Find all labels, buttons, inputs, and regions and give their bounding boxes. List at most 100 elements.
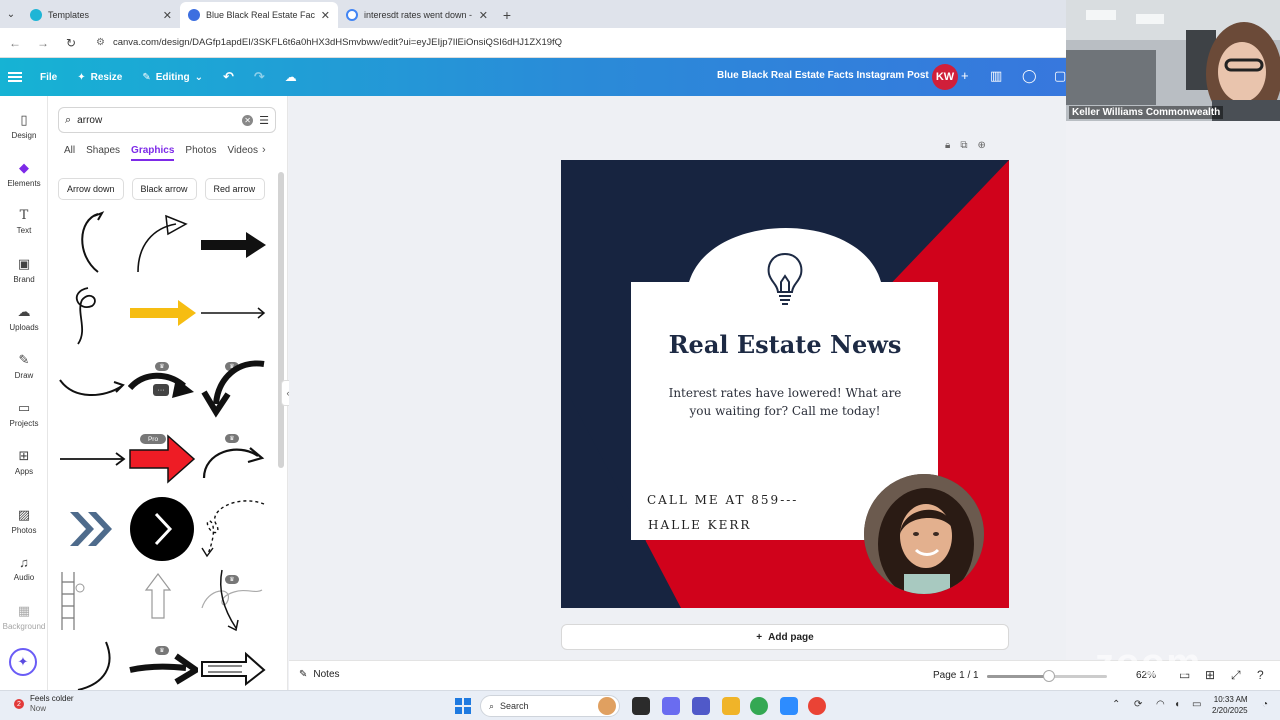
editing-mode-button[interactable]: ✎ Editing ⌄ xyxy=(132,58,213,96)
weather-widget[interactable]: 2 Feels colder Now xyxy=(14,694,74,714)
graphic-red-arrow[interactable] xyxy=(128,426,198,492)
help-icon[interactable]: ? xyxy=(1257,668,1264,682)
graphic-bold-black-arrow[interactable] xyxy=(198,210,268,276)
rail-item-projects[interactable]: ▭ Projects xyxy=(0,400,48,428)
rail-item-elements[interactable]: ◆ Elements xyxy=(0,160,48,188)
notifications-bell-icon[interactable]: ◔ xyxy=(1262,699,1268,710)
graphic-thin-line-arrow[interactable] xyxy=(198,282,268,348)
tray-chevron-up-icon[interactable]: ⌃ xyxy=(1112,699,1120,710)
menu-hamburger-icon[interactable] xyxy=(8,72,22,82)
document-title[interactable]: Blue Black Real Estate Facts Instagram P… xyxy=(717,70,929,81)
tray-sync-icon[interactable]: ⟳ xyxy=(1134,699,1142,710)
graphic-circle-chevron[interactable] xyxy=(128,496,198,562)
tabs-scroll-right-icon[interactable]: › xyxy=(262,144,266,156)
rail-item-apps[interactable]: ⊞ Apps xyxy=(0,448,48,476)
insights-chart-icon[interactable]: ▥ xyxy=(990,68,1002,84)
tab-videos[interactable]: Videos xyxy=(228,145,258,161)
notes-button[interactable]: ✎ Notes xyxy=(299,669,340,680)
zoom-app-icon[interactable] xyxy=(780,697,798,715)
rail-item-text[interactable]: T Text xyxy=(0,208,48,235)
browser-tab-google[interactable]: interesdt rates went down - G ✕ xyxy=(338,2,496,28)
graphic-curved-arrow-down[interactable] xyxy=(58,210,128,276)
design-title[interactable]: Real Estate News xyxy=(561,330,1009,359)
windows-start-icon[interactable] xyxy=(455,698,471,714)
browser-tab-templates[interactable]: Templates ✕ xyxy=(22,2,180,28)
graphic-hook-arrow-down[interactable] xyxy=(198,354,268,420)
volume-icon[interactable]: ◖ xyxy=(1174,699,1180,710)
rail-item-draw[interactable]: ✎ Draw xyxy=(0,352,48,380)
task-view-icon[interactable] xyxy=(632,697,650,715)
design-page[interactable]: Real Estate News Interest rates have low… xyxy=(561,160,1009,608)
cookie-app-icon[interactable] xyxy=(598,697,616,715)
graphic-straight-arrow[interactable] xyxy=(58,426,128,492)
forward-arrow-icon[interactable]: → xyxy=(36,36,50,50)
profile-photo[interactable] xyxy=(864,474,984,594)
chrome-icon[interactable] xyxy=(750,697,768,715)
graphic-long-down-arrow-mark[interactable] xyxy=(210,566,266,636)
pages-grid-icon[interactable]: ⊞ xyxy=(1205,668,1215,682)
back-arrow-icon[interactable]: ← xyxy=(8,36,22,50)
graphic-swoosh-arrow[interactable] xyxy=(58,354,128,420)
chip-red-arrow[interactable]: Red arrow xyxy=(204,178,265,200)
comment-icon[interactable]: ◯ xyxy=(1022,68,1037,84)
rail-item-design[interactable]: ▯ Design xyxy=(0,112,48,140)
cloud-saved-button[interactable]: ☁ xyxy=(275,58,307,96)
site-info-icon[interactable]: ⚙ xyxy=(96,37,105,48)
graphic-outline-arrow-up[interactable] xyxy=(128,568,198,634)
panel-scrollbar-thumb[interactable] xyxy=(278,172,284,468)
chip-arrow-down[interactable]: Arrow down xyxy=(58,178,124,200)
page-indicator[interactable]: Page 1 / 1 xyxy=(933,670,979,681)
user-avatar[interactable]: KW xyxy=(932,64,958,90)
new-tab-plus-icon[interactable]: + xyxy=(496,2,518,28)
rail-item-background[interactable]: ▦ Background xyxy=(0,603,48,631)
search-input[interactable]: arrow xyxy=(77,115,236,126)
rail-item-audio[interactable]: ♫ Audio xyxy=(0,555,48,582)
search-box[interactable]: ⌕ arrow ✕ ☰ xyxy=(58,107,276,133)
clear-search-icon[interactable]: ✕ xyxy=(242,114,254,126)
rail-item-brand[interactable]: ▣ Brand xyxy=(0,256,48,284)
resize-button[interactable]: ✦ Resize xyxy=(67,58,132,96)
tab-close-icon[interactable]: ✕ xyxy=(321,9,330,22)
graphic-ladder-arrow[interactable] xyxy=(58,568,128,634)
chip-black-arrow[interactable]: Black arrow xyxy=(131,178,197,200)
file-menu-button[interactable]: File xyxy=(30,58,67,96)
tab-close-icon[interactable]: ✕ xyxy=(163,9,172,22)
graphic-long-down-arrow[interactable] xyxy=(268,568,287,634)
graphic-loop-arrow[interactable] xyxy=(58,282,128,348)
teams-icon[interactable] xyxy=(692,697,710,715)
design-body-text[interactable]: Interest rates have lowered! What are yo… xyxy=(659,384,911,420)
undo-button[interactable]: ↶ xyxy=(213,58,244,96)
chrome-active-icon[interactable] xyxy=(808,697,826,715)
tab-photos[interactable]: Photos xyxy=(185,145,216,161)
graphic-brush-straight-arrow[interactable] xyxy=(128,636,202,690)
tab-graphics[interactable]: Graphics xyxy=(131,145,175,161)
fullscreen-icon[interactable]: ⤢ xyxy=(1231,668,1241,683)
graphic-dashed-loop-arrow[interactable] xyxy=(198,496,268,562)
zoom-slider-knob[interactable] xyxy=(1043,670,1056,682)
magic-sparkle-icon[interactable]: ✦ xyxy=(9,648,37,676)
browser-tab-design[interactable]: Blue Black Real Estate Facts Inst ✕ xyxy=(180,2,338,28)
tab-list-chevron-icon[interactable]: ⌄ xyxy=(0,0,22,28)
design-name-line[interactable]: HALLE KERR xyxy=(648,518,751,532)
battery-icon[interactable]: ▭ xyxy=(1192,699,1201,710)
invite-plus-icon[interactable]: + xyxy=(961,68,969,83)
filter-sliders-icon[interactable]: ☰ xyxy=(259,114,269,127)
wifi-icon[interactable]: ◠ xyxy=(1156,699,1165,710)
graphic-yellow-arrow[interactable] xyxy=(128,282,198,348)
lock-icon[interactable]: 🔒︎ xyxy=(945,140,950,151)
share-icon[interactable]: ▢ xyxy=(1054,68,1066,84)
file-explorer-icon[interactable] xyxy=(722,697,740,715)
add-page-button[interactable]: + Add page xyxy=(561,624,1009,650)
tab-shapes[interactable]: Shapes xyxy=(86,145,120,161)
taskbar-clock[interactable]: 10:33 AM 2/20/2025 xyxy=(1212,694,1248,716)
graphic-arc-arrow[interactable] xyxy=(198,426,268,492)
redo-button[interactable]: ↷ xyxy=(244,58,275,96)
tab-close-icon[interactable]: ✕ xyxy=(479,9,488,22)
rail-item-photos[interactable]: ▨ Photos xyxy=(0,507,48,535)
graphic-brush-curve-arrow[interactable] xyxy=(127,354,198,420)
graphic-curve-bottom[interactable] xyxy=(58,636,128,690)
add-page-icon[interactable]: ⊕ xyxy=(977,140,985,151)
duplicate-icon[interactable]: ⧉ xyxy=(960,140,967,151)
rail-item-uploads[interactable]: ☁ Uploads xyxy=(0,304,48,332)
graphic-sketch-arrow-up[interactable] xyxy=(128,210,198,276)
